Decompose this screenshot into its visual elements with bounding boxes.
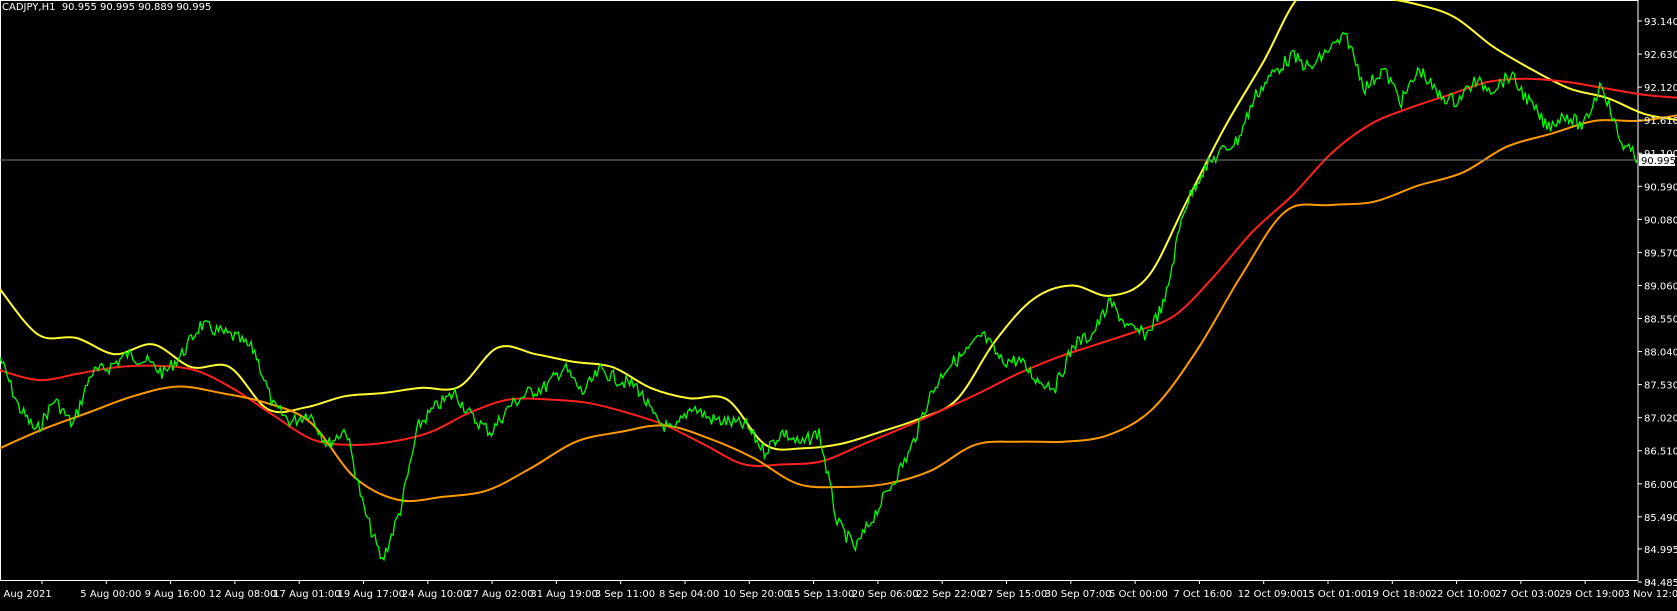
x-tick-label: 29 Oct 19:00: [1559, 589, 1624, 600]
y-tick-label: 92.630: [1644, 50, 1677, 61]
x-tick-label: 27 Aug 02:00: [466, 589, 533, 600]
y-tick-label: 87.530: [1644, 381, 1677, 392]
x-tick-label: 31 Aug 19:00: [530, 589, 597, 600]
y-tick-label: 87.020: [1644, 414, 1677, 425]
price-chart[interactable]: 93.14092.63092.12091.61091.10090.59090.0…: [0, 0, 1677, 607]
x-tick-label: 17 Aug 01:00: [273, 589, 340, 600]
x-tick-label: 22 Sep 22:00: [916, 589, 983, 600]
x-tick-label: 12 Aug 08:00: [209, 589, 276, 600]
x-tick-label: 12 Oct 09:00: [1238, 589, 1303, 600]
x-tick-label: 22 Oct 10:00: [1431, 589, 1496, 600]
y-tick-label: 92.120: [1644, 83, 1677, 94]
x-tick-label: 27 Sep 15:00: [981, 589, 1048, 600]
ma-slow-line: [0, 114, 1677, 501]
plot-border: [1, 1, 1639, 581]
y-tick-label: 86.000: [1644, 480, 1677, 491]
x-tick-label: 5 Oct 00:00: [1109, 589, 1168, 600]
y-tick-label: 88.550: [1644, 315, 1677, 326]
y-tick-label: 91.610: [1644, 116, 1677, 127]
price-badge-label: 90.995: [1641, 156, 1676, 167]
price-line: [0, 33, 1638, 560]
y-tick-label: 85.490: [1644, 513, 1677, 524]
x-tick-label: 19 Oct 18:00: [1366, 589, 1431, 600]
x-tick-label: 15 Oct 01:00: [1302, 589, 1367, 600]
x-tick-label: 30 Sep 07:00: [1045, 589, 1112, 600]
x-tick-label: 19 Aug 17:00: [338, 589, 405, 600]
ma-fast-line: [0, 0, 1677, 450]
chart-header: CADJPY,H1 90.955 90.995 90.889 90.995: [2, 2, 211, 13]
y-tick-label: 93.140: [1644, 17, 1677, 28]
y-tick-label: 89.060: [1644, 281, 1677, 292]
x-tick-label: 27 Oct 03:00: [1495, 589, 1560, 600]
y-tick-label: 88.040: [1644, 348, 1677, 359]
x-tick-label: 20 Sep 06:00: [852, 589, 919, 600]
x-tick-label: 15 Sep 13:00: [788, 589, 855, 600]
ohlc-values: 90.955 90.995 90.889 90.995: [62, 2, 212, 13]
x-tick-label: 3 Sep 11:00: [595, 589, 655, 600]
x-tick-label: 8 Sep 04:00: [659, 589, 719, 600]
y-tick-label: 90.080: [1644, 215, 1677, 226]
symbol-label: CADJPY,H1: [2, 2, 55, 13]
y-tick-label: 84.995: [1644, 545, 1677, 556]
x-tick-label: 5 Aug 00:00: [80, 589, 141, 600]
x-tick-label: 2 Aug 2021: [0, 589, 52, 600]
x-tick-label: 7 Oct 16:00: [1173, 589, 1232, 600]
x-tick-label: 3 Nov 12:00: [1624, 589, 1677, 600]
y-tick-label: 89.570: [1644, 248, 1677, 259]
x-tick-label: 24 Aug 10:00: [402, 589, 469, 600]
y-tick-label: 86.510: [1644, 447, 1677, 458]
y-tick-label: 90.590: [1644, 182, 1677, 193]
chart-area[interactable]: 93.14092.63092.12091.61091.10090.59090.0…: [0, 0, 1677, 607]
x-tick-label: 9 Aug 16:00: [145, 589, 206, 600]
y-tick-label: 84.485: [1644, 578, 1677, 589]
x-tick-label: 10 Sep 20:00: [723, 589, 790, 600]
ma-mid-line: [0, 79, 1677, 466]
